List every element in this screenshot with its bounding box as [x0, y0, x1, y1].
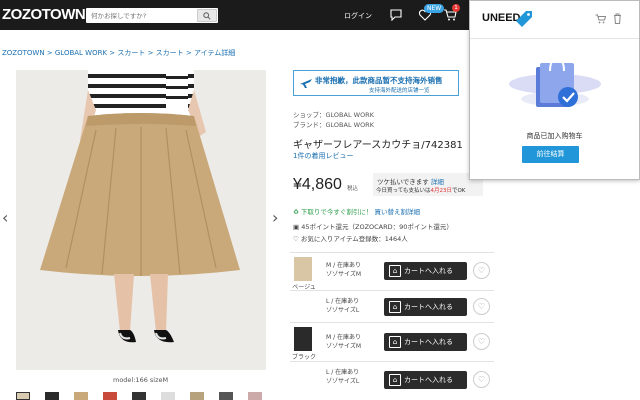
color-swatch-black[interactable]: [294, 327, 312, 351]
size-stock: L / 在庫あり ゾゾサイズL: [326, 368, 359, 386]
pay-later-box: ツケ払いできます 詳細 今日買っても支払いは4月23日でOK: [373, 173, 483, 196]
cart-icon: ⌂: [389, 265, 401, 277]
favorite-button[interactable]: ♡: [473, 371, 490, 388]
pay-later-sub-suffix: でOK: [451, 188, 466, 194]
heart-icon: ♡: [477, 375, 486, 384]
product-main-image[interactable]: [16, 70, 266, 370]
uneed-logo-tag-icon: [516, 11, 532, 27]
size-label: L / 在庫あり: [326, 369, 360, 376]
points-info: ▣ 45ポイント還元（ZOZOCARD：90ポイント還元）: [293, 221, 453, 231]
points-text: 45ポイント還元（ZOZOCARD：90ポイント還元）: [301, 223, 453, 231]
new-badge: NEW: [424, 4, 445, 13]
cart-icon: ⌂: [389, 301, 401, 313]
cart-icon: ⌂: [389, 336, 401, 348]
thumbnail[interactable]: [45, 392, 59, 400]
size-stock: M / 在庫あり ゾゾサイズM: [326, 333, 361, 351]
add-to-cart-label: カートへ入れる: [404, 376, 453, 384]
shopping-bag-check-illustration: [509, 57, 601, 107]
add-to-cart-button[interactable]: ⌂ カートへ入れる: [384, 262, 467, 280]
thumbnail[interactable]: [132, 392, 146, 400]
search-icon: [203, 11, 211, 20]
favorite-button[interactable]: ♡: [473, 298, 490, 315]
trade-in-detail-link[interactable]: 買い替え割詳細: [374, 208, 420, 216]
message-icon[interactable]: [389, 9, 403, 21]
size-stock: M / 在庫あり ゾゾサイズM: [326, 261, 361, 279]
overseas-notice[interactable]: 非常抱歉，此款商品暂不支持海外销售 支持海外配送的店铺一览: [293, 70, 459, 96]
product-title: ギャザーフレアースカウチョ/742381: [293, 140, 463, 151]
site-logo[interactable]: ZOZOTOWN: [2, 6, 86, 23]
tax-label: 税込: [347, 186, 359, 192]
add-to-cart-label: カートへ入れる: [404, 338, 453, 346]
login-link[interactable]: ログイン: [344, 11, 372, 21]
prev-image-arrow[interactable]: ‹: [2, 208, 8, 227]
size-label: M / 在庫あり: [326, 262, 362, 269]
add-to-cart-button[interactable]: ⌂ カートへ入れる: [384, 298, 467, 316]
next-image-arrow[interactable]: ›: [272, 208, 278, 227]
size-label: L / 在庫あり: [326, 298, 360, 305]
overseas-notice-title: 非常抱歉，此款商品暂不支持海外销售: [315, 76, 443, 85]
add-to-cart-label: カートへ入れる: [404, 303, 453, 311]
model-illustration: [16, 70, 266, 370]
thumbnail[interactable]: [248, 392, 262, 400]
search-button[interactable]: [197, 9, 217, 22]
review-link[interactable]: 1件の着用レビュー: [293, 151, 353, 161]
thumbnail-strip: [16, 392, 266, 400]
pay-later-text: ツケ払いできます: [377, 178, 429, 186]
favorite-button[interactable]: ♡: [473, 333, 490, 350]
color-swatch-beige[interactable]: [294, 257, 312, 281]
trade-in-text: 下取りで今すぐ割引に！: [300, 208, 373, 216]
model-caption: model:166 sizeM: [113, 376, 169, 384]
zozo-size: ゾゾサイズM: [326, 271, 361, 278]
add-to-cart-button[interactable]: ⌂ カートへ入れる: [384, 371, 467, 389]
divider: [290, 322, 494, 323]
popup-cart-icon[interactable]: [595, 14, 606, 24]
added-to-cart-message: 商品已加入购物车: [526, 132, 583, 140]
thumbnail[interactable]: [103, 392, 117, 400]
divider: [290, 252, 494, 253]
cart-icon: ⌂: [389, 374, 401, 386]
heart-icon: ♡: [477, 266, 486, 275]
search-input[interactable]: [86, 8, 196, 23]
thumbnail[interactable]: [161, 392, 175, 400]
heart-icon: ♡: [477, 302, 486, 311]
divider: [290, 361, 494, 362]
checkout-button[interactable]: 前往结算: [522, 146, 579, 163]
heart-icon: ♡: [477, 337, 486, 346]
pay-later-sub: 今日買っても支払いは: [376, 188, 431, 194]
zozo-size: ゾゾサイズL: [326, 378, 360, 385]
add-to-cart-label: カートへ入れる: [404, 267, 453, 275]
favorites-count[interactable]: ♡ お気に入りアイテム登録数：1464人: [293, 233, 408, 243]
points-icon: ▣: [293, 223, 300, 231]
search-box: [86, 8, 218, 23]
zozo-size: ゾゾサイズL: [326, 307, 360, 314]
trash-icon[interactable]: [613, 13, 622, 24]
overseas-store-link[interactable]: 支持海外配送的店铺一览: [369, 86, 430, 94]
favorites-text: お気に入りアイテム登録数：1464人: [300, 235, 408, 243]
thumbnail[interactable]: [16, 392, 30, 400]
breadcrumb[interactable]: ZOZOTOWN > GLOBAL WORK > スカート > スカート > ア…: [2, 48, 235, 58]
trade-in-coupon[interactable]: ♻ 下取りで今すぐ割引に！ 買い替え割詳細: [293, 206, 420, 216]
shop-name[interactable]: ショップ：GLOBAL WORK: [293, 109, 374, 119]
uneed-extension-popup: UNEED 商品已加入购物车 前往结算: [469, 0, 640, 180]
size-stock: L / 在庫あり ゾゾサイズL: [326, 297, 359, 315]
thumbnail[interactable]: [74, 392, 88, 400]
zozo-size: ゾゾサイズM: [326, 343, 361, 350]
add-to-cart-button[interactable]: ⌂ カートへ入れる: [384, 333, 467, 351]
pay-later-date: 4月23日: [430, 188, 452, 194]
thumbnail[interactable]: [219, 392, 233, 400]
divider: [290, 290, 494, 291]
recycle-icon: ♻: [293, 208, 299, 216]
favorite-button[interactable]: ♡: [473, 262, 490, 279]
color-label: ブラック: [292, 354, 317, 361]
thumbnail[interactable]: [190, 392, 204, 400]
product-price: ¥4,860: [293, 176, 342, 193]
cart-count-badge: 1: [452, 4, 460, 12]
popup-header: UNEED: [470, 1, 639, 39]
size-label: M / 在庫あり: [326, 334, 362, 341]
pay-later-detail-link[interactable]: 詳細: [431, 178, 444, 186]
brand-name[interactable]: ブランド：GLOBAL WORK: [293, 119, 374, 129]
airplane-icon: [300, 79, 312, 88]
favorite-heart-icon: ♡: [293, 235, 299, 243]
